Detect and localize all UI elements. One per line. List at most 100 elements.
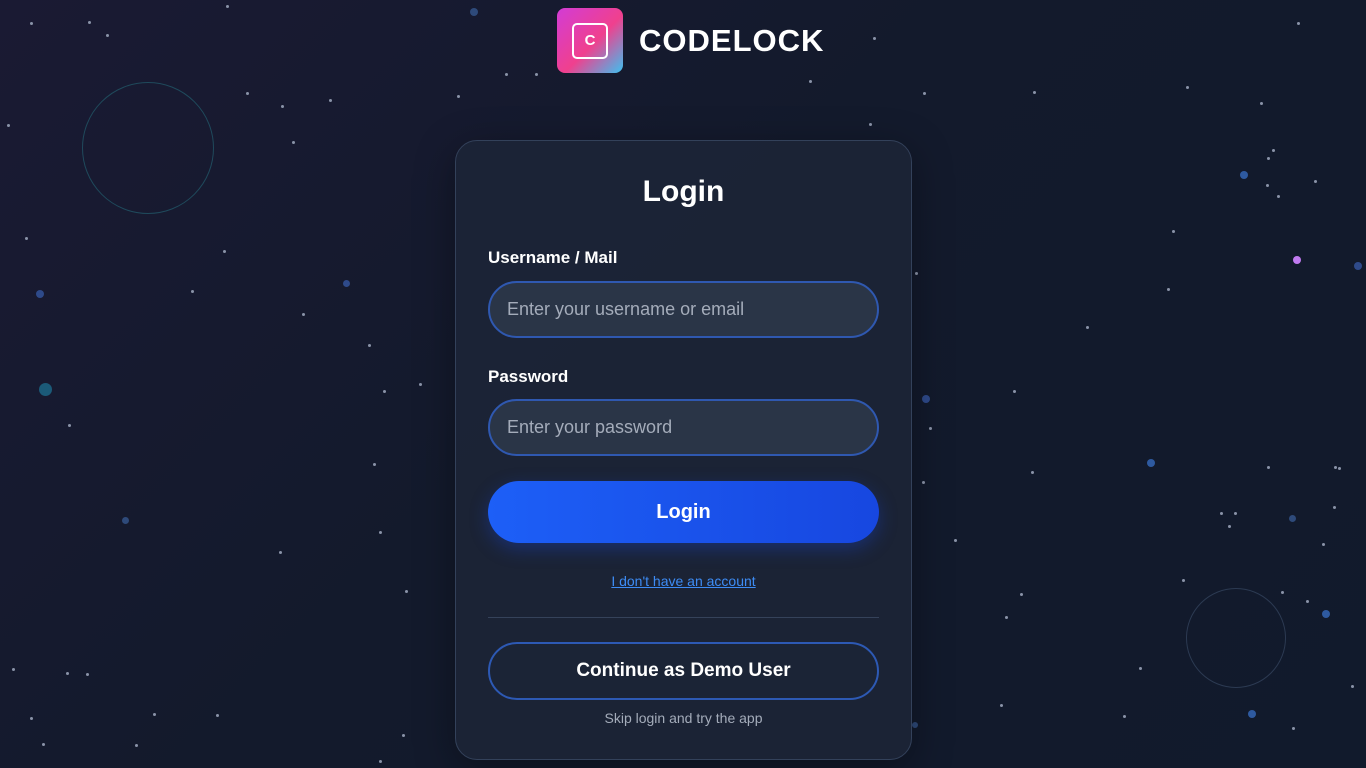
- app-header: C CODELOCK: [557, 8, 824, 73]
- star-dot: [225, 4, 229, 8]
- logo-letter: C: [572, 22, 608, 59]
- star-dot: [1354, 262, 1362, 270]
- star-dot: [29, 21, 33, 25]
- star-dot: [1185, 85, 1189, 89]
- star-dot: [1350, 684, 1354, 688]
- star-dot: [378, 530, 382, 534]
- star-dot: [1276, 194, 1280, 198]
- star-dot: [1240, 171, 1248, 179]
- star-dot: [808, 79, 812, 83]
- star-dot: [1181, 578, 1185, 582]
- star-dot: [36, 290, 44, 298]
- star-dot: [999, 703, 1003, 707]
- star-dot: [1259, 101, 1263, 105]
- star-dot: [1332, 505, 1336, 509]
- star-dot: [190, 289, 194, 293]
- no-account-link[interactable]: I don't have an account: [456, 573, 911, 589]
- star-dot: [1085, 325, 1089, 329]
- divider: [488, 617, 879, 618]
- star-dot: [922, 395, 930, 403]
- star-dot: [1280, 590, 1284, 594]
- star-dot: [85, 672, 89, 676]
- star-dot: [134, 743, 138, 747]
- star-dot: [29, 716, 33, 720]
- login-title: Login: [642, 175, 725, 208]
- star-dot: [1030, 470, 1034, 474]
- password-label: Password: [488, 367, 569, 386]
- password-input[interactable]: [488, 399, 879, 456]
- star-dot: [1291, 726, 1295, 730]
- star-dot: [953, 538, 957, 542]
- star-dot: [372, 462, 376, 466]
- star-dot: [912, 722, 918, 728]
- star-dot: [278, 550, 282, 554]
- star-dot: [470, 8, 478, 16]
- star-dot: [401, 733, 405, 737]
- star-dot: [301, 312, 305, 316]
- star-dot: [1288, 514, 1296, 522]
- app-logo: C: [557, 8, 623, 73]
- star-dot: [1147, 459, 1155, 467]
- username-input[interactable]: [488, 281, 879, 338]
- star-dot: [67, 423, 71, 427]
- star-dot: [404, 589, 408, 593]
- star-dot: [222, 249, 226, 253]
- star-dot: [1171, 229, 1175, 233]
- star-dot: [382, 389, 386, 393]
- star-dot: [1305, 599, 1309, 603]
- star-dot: [342, 279, 350, 287]
- star-dot: [914, 271, 918, 275]
- star-dot: [105, 33, 109, 37]
- login-button[interactable]: Login: [488, 481, 879, 543]
- star-dot: [1166, 287, 1170, 291]
- star-dot: [1322, 610, 1330, 618]
- star-dot: [418, 382, 422, 386]
- star-dot: [328, 98, 332, 102]
- star-dot: [504, 72, 508, 76]
- star-dot: [1266, 465, 1270, 469]
- login-card: Login Username / Mail Password Login I d…: [455, 140, 912, 760]
- star-dot: [1227, 524, 1231, 528]
- star-dot: [152, 712, 156, 716]
- star-dot: [1337, 466, 1341, 470]
- star-dot: [65, 671, 69, 675]
- username-label: Username / Mail: [488, 248, 618, 267]
- star-dot: [872, 36, 876, 40]
- star-dot: [534, 72, 538, 76]
- star-dot: [456, 94, 460, 98]
- decorative-ring: [82, 82, 214, 214]
- star-dot: [1293, 256, 1301, 264]
- star-dot: [1032, 90, 1036, 94]
- star-dot: [922, 91, 926, 95]
- star-dot: [41, 742, 45, 746]
- brand-name: CODELOCK: [639, 22, 825, 58]
- star-dot: [928, 426, 932, 430]
- demo-hint-text: Skip login and try the app: [604, 710, 763, 726]
- star-dot: [1004, 615, 1008, 619]
- star-dot: [121, 516, 129, 524]
- star-dot: [921, 480, 925, 484]
- star-dot: [1333, 465, 1337, 469]
- star-dot: [87, 20, 91, 24]
- star-dot: [1233, 511, 1237, 515]
- star-dot: [280, 104, 284, 108]
- star-dot: [1321, 542, 1325, 546]
- star-dot: [38, 382, 52, 396]
- star-dot: [868, 122, 872, 126]
- star-dot: [1248, 710, 1256, 718]
- decorative-ring: [1186, 588, 1286, 688]
- star-dot: [1313, 179, 1317, 183]
- star-dot: [1138, 666, 1142, 670]
- star-dot: [1271, 148, 1275, 152]
- star-dot: [1012, 389, 1016, 393]
- star-dot: [1266, 156, 1270, 160]
- demo-user-button[interactable]: Continue as Demo User: [488, 642, 879, 700]
- star-dot: [367, 343, 371, 347]
- star-dot: [1265, 183, 1269, 187]
- star-dot: [24, 236, 28, 240]
- star-dot: [215, 713, 219, 717]
- star-dot: [378, 759, 382, 763]
- star-dot: [245, 91, 249, 95]
- star-dot: [11, 667, 15, 671]
- star-dot: [1019, 592, 1023, 596]
